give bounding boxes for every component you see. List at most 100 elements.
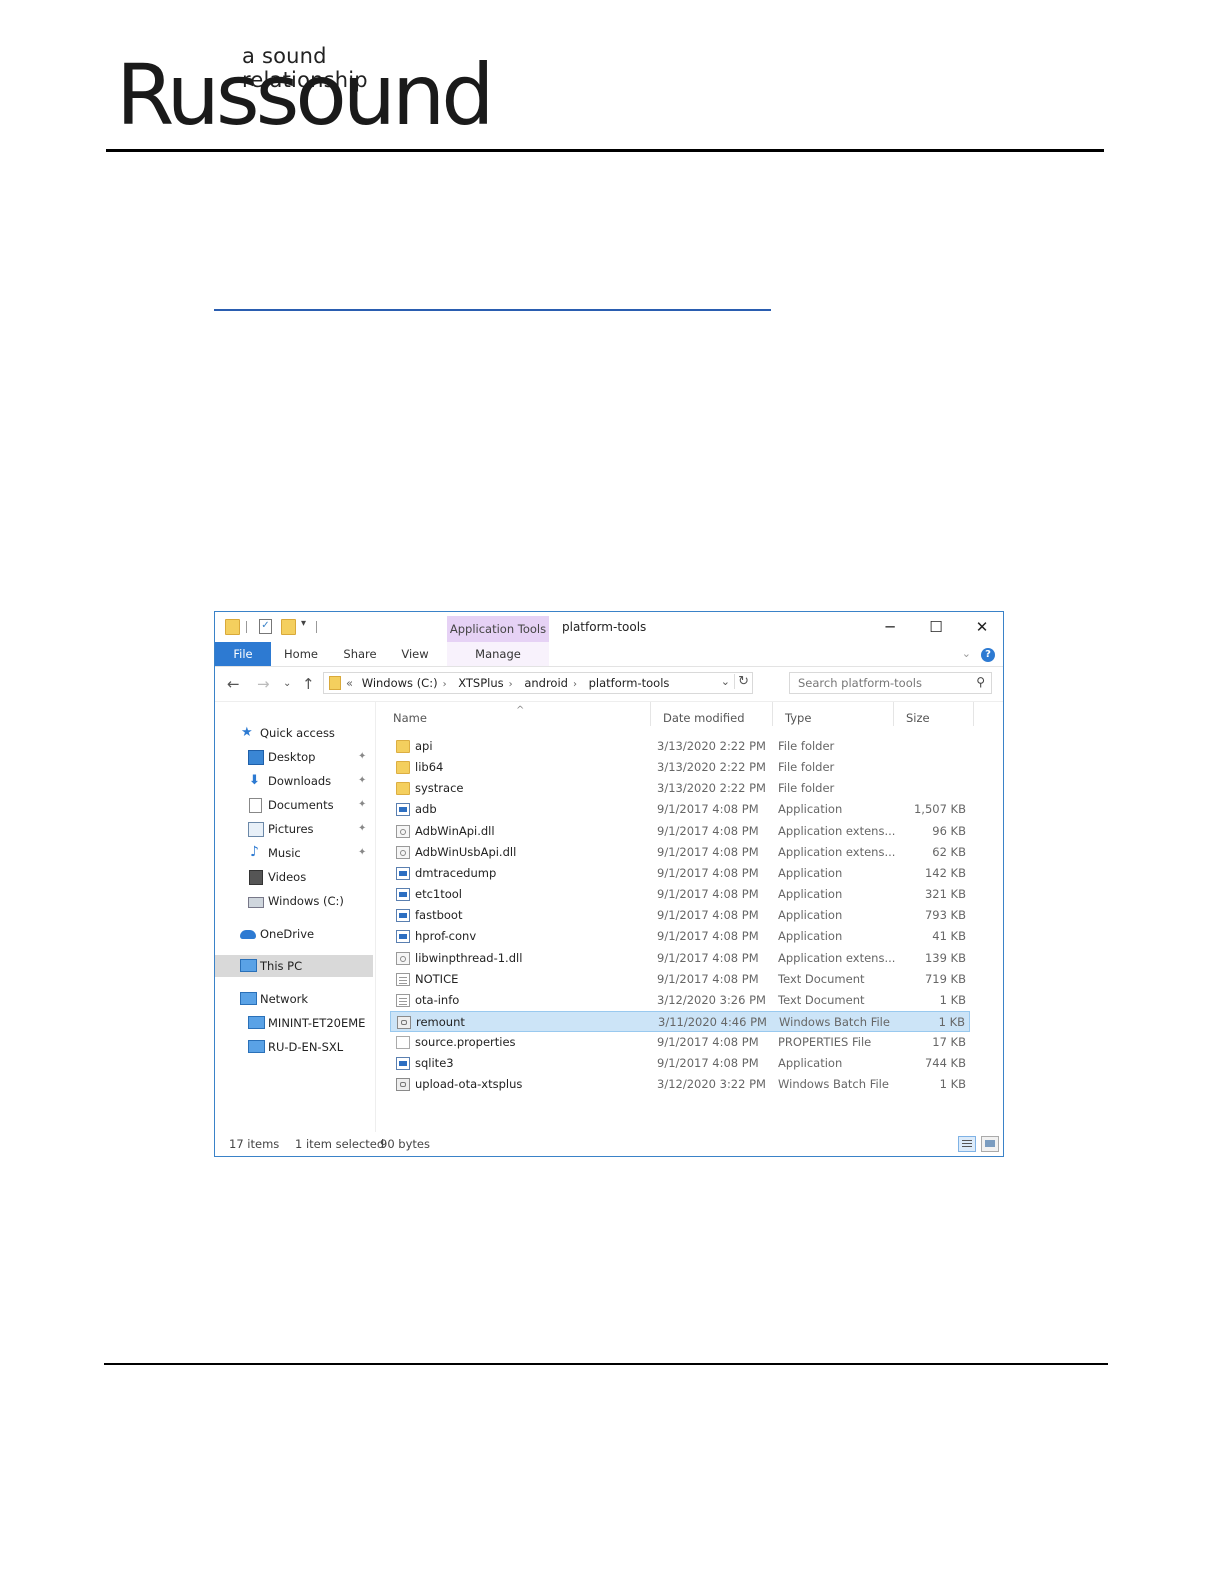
breadcrumb-overflow[interactable]: « [346, 676, 353, 690]
file-row[interactable]: lib64 3/13/2020 2:22 PM File folder [390, 757, 970, 778]
tab-home[interactable]: Home [275, 642, 327, 666]
nav-item-videos[interactable]: Videos [215, 866, 373, 888]
new-folder-icon[interactable] [281, 619, 296, 635]
file-row[interactable]: libwinpthread-1.dll 9/1/2017 4:08 PM Appli… [390, 948, 970, 969]
expand-ribbon-chevron-icon[interactable]: ⌄ [962, 647, 971, 660]
item-count: 17 items [229, 1137, 280, 1151]
nav-item-onedrive[interactable]: OneDrive [215, 923, 373, 945]
file-row[interactable]: remount 3/11/2020 4:46 PM Windows Batch Fi… [390, 1010, 970, 1032]
file-row[interactable]: systrace 3/13/2020 2:22 PM File folder [390, 778, 970, 799]
folder-icon [396, 740, 410, 753]
details-view-button[interactable] [958, 1136, 976, 1152]
dll-file-icon [396, 951, 410, 965]
column-header-type[interactable]: Type [773, 702, 894, 726]
column-header-date-modified[interactable]: Date modified [651, 702, 773, 726]
tab-view[interactable]: View [393, 642, 437, 666]
breadcrumb: « Windows (C:) › XTSPlus › android › platfo… [346, 676, 674, 690]
tab-file[interactable]: File [215, 642, 271, 666]
file-row[interactable]: fastboot 9/1/2017 4:08 PM Application 793 K… [390, 905, 970, 926]
tab-manage[interactable]: Manage [447, 642, 549, 666]
nav-item-pictures[interactable]: Pictures ✦ [215, 818, 373, 840]
breadcrumb-item-platform-tools[interactable]: platform-tools [589, 676, 670, 690]
file-date-modified: 3/12/2020 3:22 PM [657, 1077, 766, 1092]
file-size: 96 KB [932, 823, 966, 838]
file-size: 744 KB [924, 1056, 966, 1071]
application-tools-context-tab: Application Tools [447, 616, 549, 642]
close-button[interactable]: ✕ [967, 616, 997, 638]
nav-item-label: Videos [268, 870, 307, 884]
folder-icon [396, 761, 410, 775]
footer-rule [104, 1363, 1108, 1365]
address-bar[interactable]: « Windows (C:) › XTSPlus › android › platfo… [323, 672, 753, 694]
file-row[interactable]: AdbWinApi.dll 9/1/2017 4:08 PM Application… [390, 821, 970, 842]
maximize-button[interactable]: ☐ [921, 616, 951, 638]
search-input[interactable] [790, 673, 968, 693]
nav-item-downloads[interactable]: ⬇ Downloads ✦ [215, 770, 373, 792]
file-row[interactable]: sqlite3 9/1/2017 4:08 PM Application 744 KB [390, 1053, 970, 1074]
title-bar: ✓ ▾ Application Tools platform-tools ─ ☐… [215, 612, 1003, 642]
tab-share[interactable]: Share [335, 642, 385, 666]
back-arrow-icon[interactable]: ← [227, 675, 240, 693]
application-icon [396, 930, 410, 944]
file-name: AdbWinApi.dll [415, 823, 495, 838]
nav-item-documents[interactable]: Documents ✦ [215, 794, 373, 816]
refresh-icon[interactable]: ↻ [734, 674, 749, 689]
pane-splitter[interactable] [375, 702, 376, 1132]
file-type: Text Document [778, 992, 865, 1007]
selection-status: 1 item selected [295, 1137, 385, 1151]
file-row[interactable]: AdbWinUsbApi.dll 9/1/2017 4:08 PM Applicat… [390, 842, 970, 863]
chevron-right-icon[interactable]: › [509, 679, 513, 690]
file-date-modified: 9/1/2017 4:08 PM [657, 950, 759, 965]
nav-item-network[interactable]: Network [215, 988, 373, 1010]
cloud-icon [240, 930, 256, 939]
file-type: Application extens... [778, 950, 896, 965]
address-dropdown-chevron-icon[interactable]: ⌄ [721, 675, 730, 688]
nav-item-music[interactable]: ♪ Music ✦ [215, 842, 373, 864]
chevron-right-icon[interactable]: › [573, 679, 577, 690]
file-row[interactable]: ota-info 3/12/2020 3:26 PM Text Document 1 … [390, 990, 970, 1011]
file-date-modified: 9/1/2017 4:08 PM [657, 1035, 759, 1050]
minimize-button[interactable]: ─ [875, 616, 905, 638]
file-type: Windows Batch File [778, 1077, 889, 1092]
up-arrow-icon[interactable]: ↑ [302, 675, 315, 693]
file-row[interactable]: source.properties 9/1/2017 4:08 PM PROPERT… [390, 1032, 970, 1053]
large-icons-view-button[interactable] [981, 1136, 999, 1152]
forward-arrow-icon[interactable]: → [257, 675, 270, 693]
file-row[interactable]: hprof-conv 9/1/2017 4:08 PM Application 41 … [390, 926, 970, 947]
file-type: Application [778, 802, 843, 817]
breadcrumb-item-xtsplus[interactable]: XTSPlus [458, 676, 503, 690]
file-name: AdbWinUsbApi.dll [415, 844, 517, 859]
selection-size: 90 bytes [380, 1137, 430, 1151]
toolbar-separator [246, 621, 247, 633]
nav-item-label: RU-D-EN-SXL [268, 1040, 344, 1054]
file-row[interactable]: dmtracedump 9/1/2017 4:08 PM Application 14… [390, 863, 970, 884]
recent-locations-chevron-icon[interactable]: ⌄ [283, 678, 291, 689]
nav-item-quick-access[interactable]: ★ Quick access [215, 722, 373, 744]
chevron-right-icon[interactable]: › [443, 679, 447, 690]
file-row[interactable]: upload-ota-xtsplus 3/12/2020 3:22 PM Windo… [390, 1074, 970, 1095]
breadcrumb-item-windows-c[interactable]: Windows (C:) [362, 676, 438, 690]
nav-item-desktop[interactable]: Desktop ✦ [215, 746, 373, 768]
nav-item-this-pc[interactable]: This PC [215, 955, 373, 977]
text-document-icon [396, 993, 410, 1007]
nav-item-minint-et20eme[interactable]: MININT-ET20EME [215, 1012, 373, 1034]
properties-check-icon[interactable]: ✓ [259, 619, 272, 634]
file-name: dmtracedump [415, 865, 497, 880]
column-header-size[interactable]: Size [894, 702, 974, 726]
help-icon[interactable]: ? [981, 648, 995, 662]
toolbar-separator [316, 621, 317, 633]
sort-ascending-icon: ^ [516, 705, 525, 716]
column-header-name[interactable]: Name ^ [381, 702, 651, 726]
file-date-modified: 3/12/2020 3:26 PM [657, 992, 766, 1007]
nav-item-ru-d-en-sxl[interactable]: RU-D-EN-SXL [215, 1036, 373, 1058]
file-row[interactable]: adb 9/1/2017 4:08 PM Application 1,507 KB [390, 799, 970, 820]
file-name: sqlite3 [415, 1056, 454, 1071]
nav-item-windows-c[interactable]: Windows (C:) [215, 890, 373, 912]
search-icon[interactable]: ⚲ [976, 675, 985, 689]
file-row[interactable]: api 3/13/2020 2:22 PM File folder [390, 736, 970, 757]
file-row[interactable]: etc1tool 9/1/2017 4:08 PM Application 321 K… [390, 884, 970, 905]
customize-toolbar-chevron-icon[interactable]: ▾ [301, 618, 306, 634]
file-type: Application [778, 929, 843, 944]
file-row[interactable]: NOTICE 9/1/2017 4:08 PM Text Document 719 K… [390, 969, 970, 990]
breadcrumb-item-android[interactable]: android [524, 676, 568, 690]
